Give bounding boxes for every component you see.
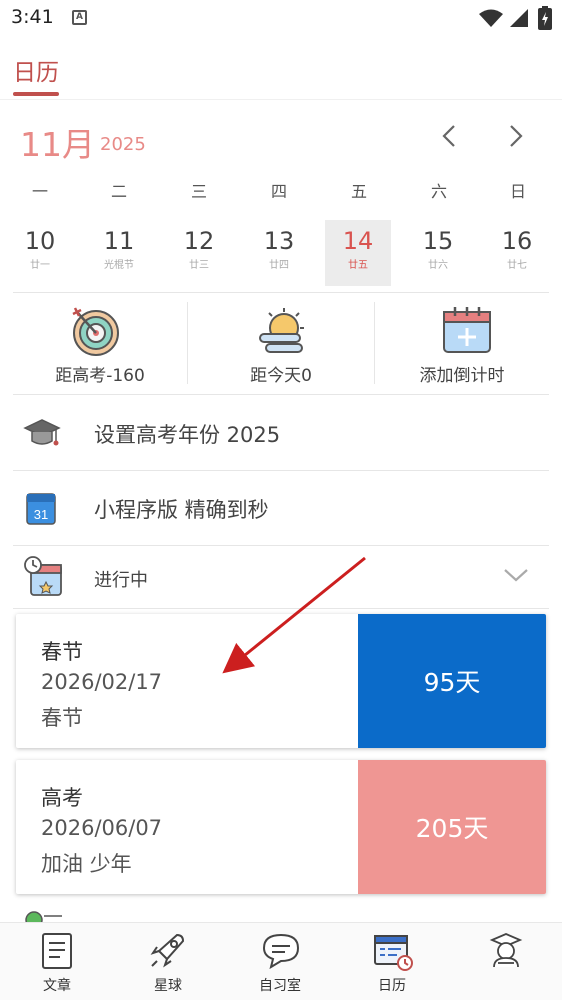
calendar-31-icon: 31	[26, 493, 56, 525]
miniprogram-text: 小程序版 精确到秒	[94, 498, 269, 522]
tab-calendar[interactable]: 日历	[13, 53, 59, 87]
gaokao-countdown-label: 距高考-160	[55, 366, 145, 386]
status-time: 3:41	[11, 6, 54, 28]
nav-profile[interactable]	[465, 923, 545, 1000]
day-cell[interactable]: 12 廿三	[166, 220, 232, 286]
graduation-cap-icon	[23, 419, 61, 446]
day-number: 11	[103, 227, 135, 255]
nav-planet[interactable]: 星球	[128, 923, 208, 1000]
graduate-avatar-icon	[489, 933, 523, 968]
nav-study-room-label: 自习室	[259, 978, 301, 994]
chat-bubble-icon	[262, 933, 300, 970]
day-lunar: 廿七	[507, 260, 527, 271]
ongoing-text: 进行中	[94, 570, 148, 591]
weekday: 六	[430, 182, 447, 201]
chevron-down-icon[interactable]	[503, 566, 529, 584]
day-cell[interactable]: 14 廿五	[325, 220, 391, 286]
day-number: 14	[342, 227, 374, 255]
calendar-clock-icon	[24, 556, 62, 596]
countdown-card[interactable]: 高考 2026/06/07 加油 少年 205天	[16, 760, 546, 894]
tab-header: 日历	[0, 40, 562, 100]
day-cell[interactable]: 16 廿七	[484, 220, 550, 286]
calendar-nav-icon	[374, 935, 413, 971]
days-remaining-badge: 95天	[358, 614, 546, 748]
nav-planet-label: 星球	[154, 978, 182, 994]
card-note: 加油 少年	[41, 852, 132, 876]
weekday: 二	[110, 182, 127, 201]
bottom-navigation: 文章 星球 自习室 日历	[0, 922, 562, 1000]
rocket-icon	[150, 933, 185, 968]
target-icon	[72, 307, 119, 356]
card-title: 高考	[41, 786, 83, 810]
weekday: 一	[31, 182, 48, 201]
nav-study-room[interactable]: 自习室	[240, 923, 320, 1000]
nav-article[interactable]: 文章	[17, 923, 97, 1000]
day-number: 15	[422, 227, 454, 255]
today-countdown-label: 距今天0	[250, 366, 312, 386]
day-number: 10	[24, 227, 56, 255]
days-remaining-badge: 205天	[358, 760, 546, 894]
set-exam-year-row[interactable]: 设置高考年份 2025	[13, 396, 549, 470]
day-number: 16	[501, 227, 533, 255]
chevron-right-icon[interactable]	[503, 124, 527, 148]
day-cell[interactable]: 15 廿六	[405, 220, 471, 286]
card-note: 春节	[41, 706, 83, 730]
status-bar: 3:41 A	[0, 0, 562, 40]
day-number: 12	[183, 227, 215, 255]
nav-calendar-label: 日历	[378, 978, 406, 994]
year-label: 2025	[100, 134, 146, 155]
add-countdown-label: 添加倒计时	[419, 366, 505, 386]
battery-icon	[538, 6, 552, 30]
day-cell[interactable]: 11 光棍节	[86, 220, 152, 286]
day-cell[interactable]: 13 廿四	[246, 220, 312, 286]
weekday-header: 一 二 三 四 五 六 日	[0, 178, 562, 204]
signal-icon	[510, 9, 528, 27]
chevron-left-icon[interactable]	[438, 124, 462, 148]
document-icon	[42, 933, 72, 969]
card-date: 2026/02/17	[41, 670, 163, 694]
sunrise-icon	[259, 308, 304, 353]
day-lunar: 廿四	[269, 260, 289, 271]
nav-article-label: 文章	[43, 978, 71, 994]
day-lunar: 廿一	[30, 260, 50, 271]
weekday: 四	[270, 182, 287, 201]
add-countdown-tile[interactable]: 添加倒计时	[375, 296, 549, 394]
today-countdown-tile[interactable]: 距今天0	[188, 296, 374, 394]
day-lunar: 廿三	[189, 260, 209, 271]
nav-calendar[interactable]: 日历	[352, 923, 432, 1000]
day-lunar: 廿六	[428, 260, 448, 271]
svg-text:31: 31	[34, 507, 48, 522]
notification-icon: A	[72, 10, 87, 25]
weekday: 日	[509, 182, 526, 201]
card-date: 2026/06/07	[41, 816, 163, 840]
day-number: 13	[263, 227, 295, 255]
tab-indicator	[13, 92, 59, 96]
day-cell[interactable]: 10 廿一	[7, 220, 73, 286]
set-exam-year-text: 设置高考年份 2025	[94, 423, 281, 447]
week-days: 10 廿一 11 光棍节 12 廿三 13 廿四 14 廿五 15 廿六 16 …	[0, 220, 562, 286]
month-header: 11月 2025	[0, 112, 562, 164]
gaokao-countdown-tile[interactable]: 距高考-160	[13, 296, 187, 394]
day-lunar: 廿五	[348, 260, 368, 271]
quick-actions: 距高考-160 距今天0 添加倒计时	[13, 296, 549, 394]
card-title: 春节	[41, 640, 83, 664]
day-lunar: 光棍节	[104, 260, 134, 271]
arrow-annotation	[222, 556, 366, 674]
divider	[13, 394, 549, 395]
wifi-icon	[479, 9, 503, 27]
calendar-add-icon	[443, 307, 491, 353]
month-label: 11月	[20, 125, 95, 164]
weekday: 五	[350, 182, 367, 201]
weekday: 三	[190, 182, 207, 201]
divider	[13, 292, 549, 293]
miniprogram-row[interactable]: 31 小程序版 精确到秒	[13, 471, 549, 545]
